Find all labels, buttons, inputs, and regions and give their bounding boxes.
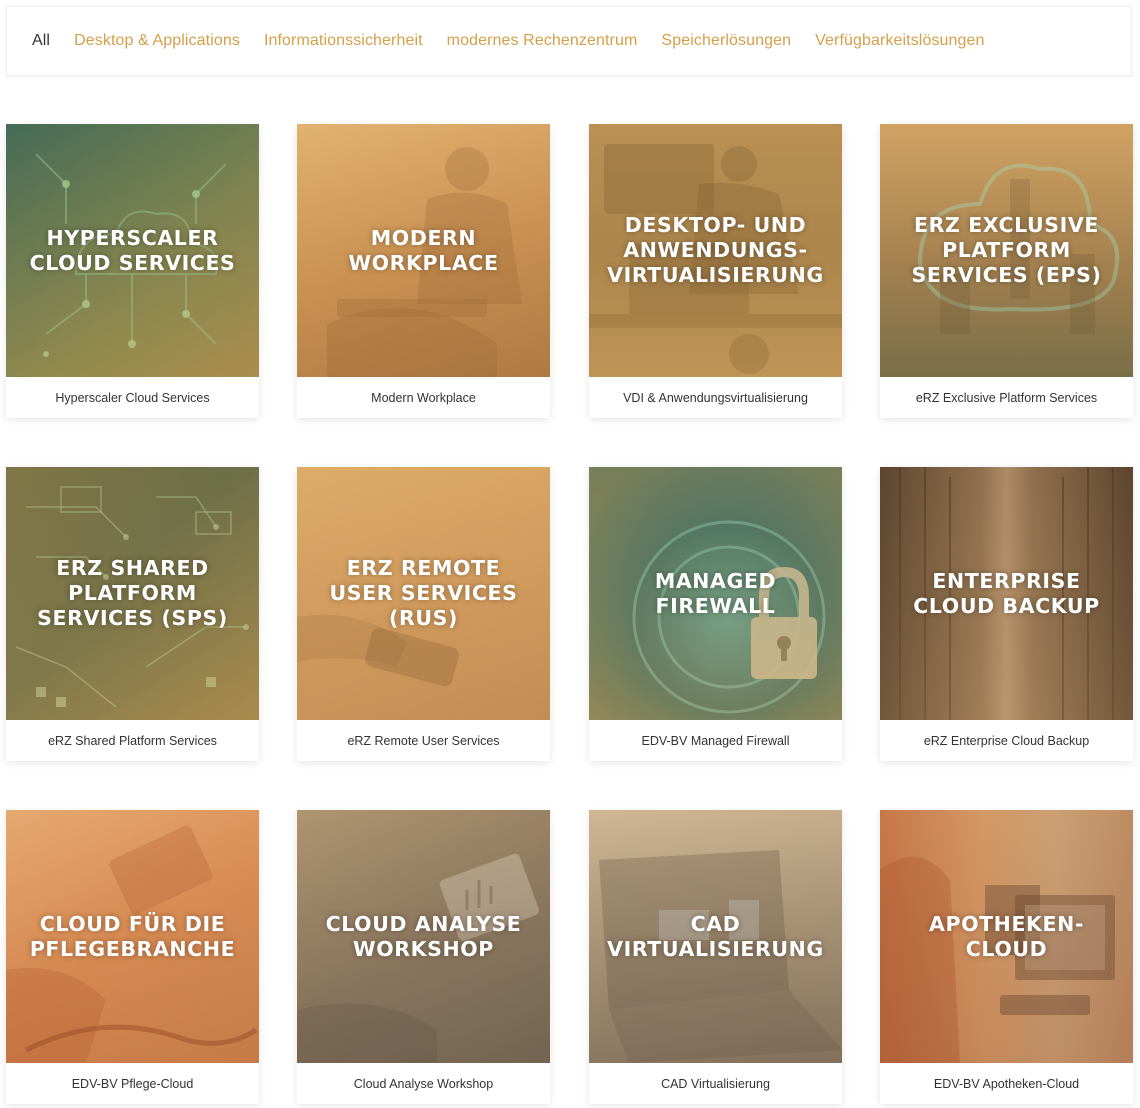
card-image[interactable]: ERZ EXCLUSIVE PLATFORM SERVICES (EPS) (880, 124, 1133, 377)
card-image[interactable]: MODERN WORKPLACE (297, 124, 550, 377)
card-image[interactable]: APOTHEKEN-CLOUD (880, 810, 1133, 1063)
card-image[interactable]: ERZ SHARED PLATFORM SERVICES (SPS) (6, 467, 259, 720)
card-image[interactable]: HYPERSCALER CLOUD SERVICES (6, 124, 259, 377)
card-caption[interactable]: EDV-BV Managed Firewall (589, 720, 842, 761)
card-title: ERZ SHARED PLATFORM SERVICES (SPS) (37, 556, 228, 630)
card-title: MANAGED FIREWALL (654, 568, 777, 618)
card-image[interactable]: DESKTOP- UND ANWENDUNGS- VIRTUALISIERUNG (589, 124, 842, 377)
card-title: CAD VIRTUALISIERUNG (607, 911, 824, 961)
portfolio-card[interactable]: ERZ REMOTE USER SERVICES (RUS) eRZ Remot… (297, 467, 550, 761)
card-caption[interactable]: Modern Workplace (297, 377, 550, 418)
card-title: ERZ REMOTE USER SERVICES (RUS) (329, 556, 518, 630)
card-title: DESKTOP- UND ANWENDUNGS- VIRTUALISIERUNG (607, 213, 824, 287)
card-image[interactable]: ENTERPRISE CLOUD BACKUP (880, 467, 1133, 720)
card-image[interactable]: CLOUD ANALYSE WORKSHOP (297, 810, 550, 1063)
card-title: ENTERPRISE CLOUD BACKUP (913, 568, 1100, 618)
card-image[interactable]: MANAGED FIREWALL (589, 467, 842, 720)
filter-informationssicherheit[interactable]: Informationssicherheit (264, 32, 423, 50)
portfolio-card[interactable]: CLOUD ANALYSE WORKSHOP Cloud Analyse Wor… (297, 810, 550, 1104)
filter-modernes-rechenzentrum[interactable]: modernes Rechenzentrum (447, 32, 638, 50)
card-title: MODERN WORKPLACE (348, 225, 499, 275)
portfolio-card[interactable]: ENTERPRISE CLOUD BACKUP eRZ Enterprise C… (880, 467, 1133, 761)
portfolio-card[interactable]: CAD VIRTUALISIERUNG CAD Virtualisierung (589, 810, 842, 1104)
card-caption[interactable]: EDV-BV Pflege-Cloud (6, 1063, 259, 1104)
card-title: ERZ EXCLUSIVE PLATFORM SERVICES (EPS) (911, 213, 1102, 287)
filter-all[interactable]: All (32, 32, 50, 50)
card-title: APOTHEKEN-CLOUD (928, 911, 1084, 961)
card-caption[interactable]: eRZ Remote User Services (297, 720, 550, 761)
portfolio-card[interactable]: MODERN WORKPLACE Modern Workplace (297, 124, 550, 418)
filter-verfuegbarkeitsloesungen[interactable]: Verfügbarkeitslösungen (815, 32, 984, 50)
card-image[interactable]: CAD VIRTUALISIERUNG (589, 810, 842, 1063)
card-image[interactable]: CLOUD FÜR DIE PFLEGEBRANCHE (6, 810, 259, 1063)
portfolio-card[interactable]: ERZ SHARED PLATFORM SERVICES (SPS) eRZ S… (6, 467, 259, 761)
card-title: CLOUD ANALYSE WORKSHOP (325, 911, 522, 961)
card-caption[interactable]: eRZ Shared Platform Services (6, 720, 259, 761)
card-caption[interactable]: VDI & Anwendungsvirtualisierung (589, 377, 842, 418)
portfolio-card[interactable]: APOTHEKEN-CLOUD EDV-BV Apotheken-Cloud (880, 810, 1133, 1104)
portfolio-card[interactable]: MANAGED FIREWALL EDV-BV Managed Firewall (589, 467, 842, 761)
portfolio-card[interactable]: DESKTOP- UND ANWENDUNGS- VIRTUALISIERUNG… (589, 124, 842, 418)
filter-speicherloesungen[interactable]: Speicherlösungen (661, 32, 791, 50)
portfolio-card[interactable]: HYPERSCALER CLOUD SERVICES Hyperscaler C… (6, 124, 259, 418)
card-title: HYPERSCALER CLOUD SERVICES (29, 225, 236, 275)
card-caption[interactable]: eRZ Exclusive Platform Services (880, 377, 1133, 418)
category-filter-bar: All Desktop & Applications Informationss… (6, 6, 1132, 76)
filter-desktop-applications[interactable]: Desktop & Applications (74, 32, 240, 50)
card-image[interactable]: ERZ REMOTE USER SERVICES (RUS) (297, 467, 550, 720)
card-caption[interactable]: Hyperscaler Cloud Services (6, 377, 259, 418)
portfolio-card[interactable]: CLOUD FÜR DIE PFLEGEBRANCHE EDV-BV Pfleg… (6, 810, 259, 1104)
card-caption[interactable]: EDV-BV Apotheken-Cloud (880, 1063, 1133, 1104)
card-caption[interactable]: eRZ Enterprise Cloud Backup (880, 720, 1133, 761)
card-caption[interactable]: CAD Virtualisierung (589, 1063, 842, 1104)
card-title: CLOUD FÜR DIE PFLEGEBRANCHE (29, 911, 236, 961)
card-caption[interactable]: Cloud Analyse Workshop (297, 1063, 550, 1104)
portfolio-card[interactable]: ERZ EXCLUSIVE PLATFORM SERVICES (EPS) eR… (880, 124, 1133, 418)
